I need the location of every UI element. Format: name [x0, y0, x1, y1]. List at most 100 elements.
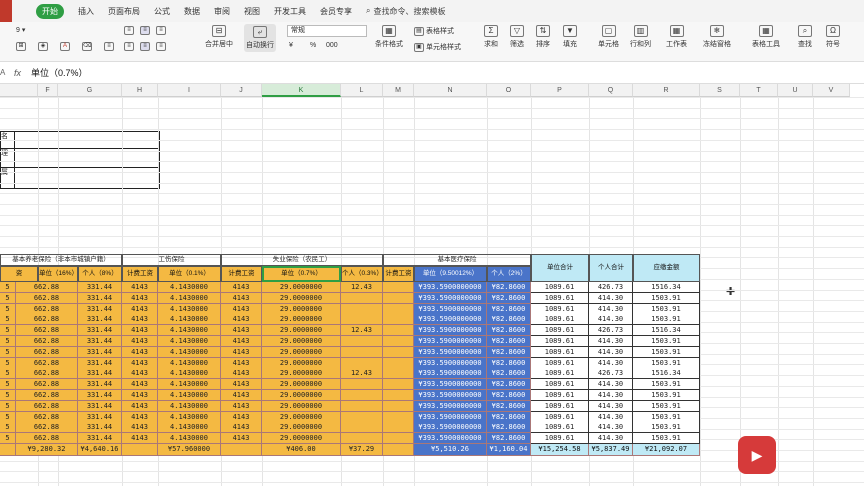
table-cell[interactable] — [383, 422, 414, 433]
table-cell[interactable]: ¥393.5900000000 — [414, 379, 487, 390]
align-bottom-button[interactable]: ≡ — [156, 26, 166, 35]
font-size-dropdown[interactable]: 9 ▾ — [16, 26, 25, 35]
table-style-button[interactable]: ▤ 表格样式 — [414, 26, 454, 36]
table-cell[interactable]: ¥393.5900000000 — [414, 336, 487, 347]
table-cell[interactable]: ¥82.8600 — [487, 347, 531, 358]
column-header-m[interactable]: M — [383, 84, 414, 97]
table-cell[interactable]: ¥393.5900000000 — [414, 390, 487, 401]
table-cell[interactable]: 426.73 — [589, 282, 633, 293]
column-header-q[interactable]: Q — [589, 84, 633, 97]
number-format-select[interactable]: 常规 — [287, 25, 367, 37]
menu-tab[interactable]: 会员专享 — [320, 6, 352, 17]
table-cell[interactable]: 414.30 — [589, 422, 633, 433]
table-cell[interactable]: ¥82.8600 — [487, 379, 531, 390]
menu-tab[interactable]: 数据 — [184, 6, 200, 17]
table-cell[interactable]: 1089.61 — [531, 390, 589, 401]
menu-tab[interactable]: 插入 — [78, 6, 94, 17]
row-column-button[interactable]: ▥ 行和列 — [630, 25, 651, 49]
cell-button[interactable]: ▢ 单元格 — [598, 25, 619, 49]
table-cell[interactable] — [383, 433, 414, 444]
conditional-format-button[interactable]: ▦ 条件格式 — [375, 25, 403, 49]
table-cell[interactable]: 5 — [0, 314, 16, 325]
table-cell[interactable]: 331.44 — [78, 401, 122, 412]
column-header-h[interactable]: H — [122, 84, 158, 97]
currency-button[interactable]: ¥ — [289, 42, 293, 49]
medical-group-header[interactable]: 基本医疗保险 — [383, 254, 531, 266]
table-cell[interactable]: 331.44 — [78, 390, 122, 401]
table-cell[interactable]: 414.30 — [589, 347, 633, 358]
table-cell[interactable]: 662.88 — [16, 390, 78, 401]
table-cell[interactable]: 662.88 — [16, 314, 78, 325]
table-cell[interactable] — [383, 314, 414, 325]
table-cell[interactable]: 4.1430000 — [158, 368, 221, 379]
table-cell[interactable]: 5 — [0, 401, 16, 412]
formula-input[interactable]: 单位（0.7%） — [31, 66, 88, 79]
column-header-r[interactable]: R — [633, 84, 700, 97]
table-cell[interactable]: 5 — [0, 282, 16, 293]
merge-center-button[interactable]: ⊟ 合并居中 — [205, 25, 233, 49]
total-cell[interactable]: ¥4,640.16 — [78, 444, 122, 456]
table-cell[interactable]: 1089.61 — [531, 314, 589, 325]
total-cell[interactable] — [0, 444, 16, 456]
pension-group-header[interactable]: 基本养老保险（非本市城镇户籍） — [0, 254, 122, 266]
table-cell[interactable]: 4.1430000 — [158, 379, 221, 390]
table-cell[interactable]: 414.30 — [589, 293, 633, 304]
column-header-p[interactable]: P — [531, 84, 589, 97]
table-cell[interactable]: ¥393.5900000000 — [414, 347, 487, 358]
table-cell[interactable]: 662.88 — [16, 347, 78, 358]
table-cell[interactable]: 4.1430000 — [158, 422, 221, 433]
table-cell[interactable] — [383, 390, 414, 401]
subheader-pension-personal[interactable]: 个人（8%） — [78, 266, 122, 282]
wrap-text-button[interactable]: ⤶ 自动换行 — [244, 24, 276, 52]
column-header-n[interactable]: N — [414, 84, 487, 97]
table-cell[interactable]: 1503.91 — [633, 422, 700, 433]
table-cell[interactable] — [383, 368, 414, 379]
menu-tab[interactable]: 页面布局 — [108, 6, 140, 17]
column-header-s[interactable]: S — [700, 84, 740, 97]
table-cell[interactable]: 414.30 — [589, 314, 633, 325]
menu-tab[interactable]: 开发工具 — [274, 6, 306, 17]
symbol-button[interactable]: Ω 符号 — [826, 25, 840, 49]
find-button[interactable]: ⌕ 查找 — [798, 25, 812, 49]
table-cell[interactable]: 4143 — [122, 379, 158, 390]
table-cell[interactable]: 29.0000000 — [262, 336, 341, 347]
table-cell[interactable]: 5 — [0, 422, 16, 433]
subheader-unemp-personal[interactable]: 个人（0.3%） — [341, 266, 383, 282]
table-cell[interactable]: 4143 — [221, 433, 262, 444]
table-cell[interactable]: 4143 — [221, 379, 262, 390]
table-cell[interactable]: 5 — [0, 293, 16, 304]
table-cell[interactable]: 4.1430000 — [158, 325, 221, 336]
table-cell[interactable]: 4.1430000 — [158, 433, 221, 444]
table-cell[interactable] — [383, 347, 414, 358]
subheader-unemp-unit[interactable]: 单位（0.7%） — [262, 266, 341, 282]
subheader-pension-unit[interactable]: 单位（16%） — [38, 266, 78, 282]
thousands-button[interactable]: 000 — [326, 42, 338, 49]
table-cell[interactable]: 1089.61 — [531, 379, 589, 390]
total-cell[interactable]: ¥57.960000 — [158, 444, 221, 456]
table-cell[interactable]: 662.88 — [16, 433, 78, 444]
table-cell[interactable]: 4143 — [122, 390, 158, 401]
command-search[interactable]: ⌕ 查找命令、搜索模板 — [366, 6, 445, 17]
table-cell[interactable]: 1503.91 — [633, 347, 700, 358]
table-cell[interactable]: 1503.91 — [633, 433, 700, 444]
table-cell[interactable]: 5 — [0, 379, 16, 390]
table-cell[interactable]: 4143 — [122, 433, 158, 444]
table-cell[interactable]: 1503.91 — [633, 293, 700, 304]
total-cell[interactable]: ¥406.00 — [262, 444, 341, 456]
table-cell[interactable]: 4143 — [122, 325, 158, 336]
table-cell[interactable] — [383, 282, 414, 293]
table-cell[interactable]: 4143 — [221, 422, 262, 433]
table-cell[interactable]: 1503.91 — [633, 401, 700, 412]
spreadsheet-grid[interactable]: 名 理 属 ✚ FGHIJKLMNOPQRSTUV基本养老保险（非本市城镇户籍）… — [0, 84, 864, 486]
fill-color-button[interactable]: ◈ — [38, 42, 48, 51]
table-cell[interactable]: 4143 — [122, 401, 158, 412]
subheader-medical-unit[interactable]: 单位（9.50012%） — [414, 266, 487, 282]
menu-tab[interactable]: 开始 — [36, 3, 64, 19]
unit-total-header[interactable]: 单位合计 — [531, 254, 589, 282]
table-cell[interactable]: 4143 — [122, 314, 158, 325]
table-cell[interactable]: 662.88 — [16, 336, 78, 347]
table-cell[interactable] — [341, 293, 383, 304]
column-header-t[interactable]: T — [740, 84, 778, 97]
table-cell[interactable]: 331.44 — [78, 422, 122, 433]
sort-button[interactable]: ⇅ 排序 — [536, 25, 550, 49]
